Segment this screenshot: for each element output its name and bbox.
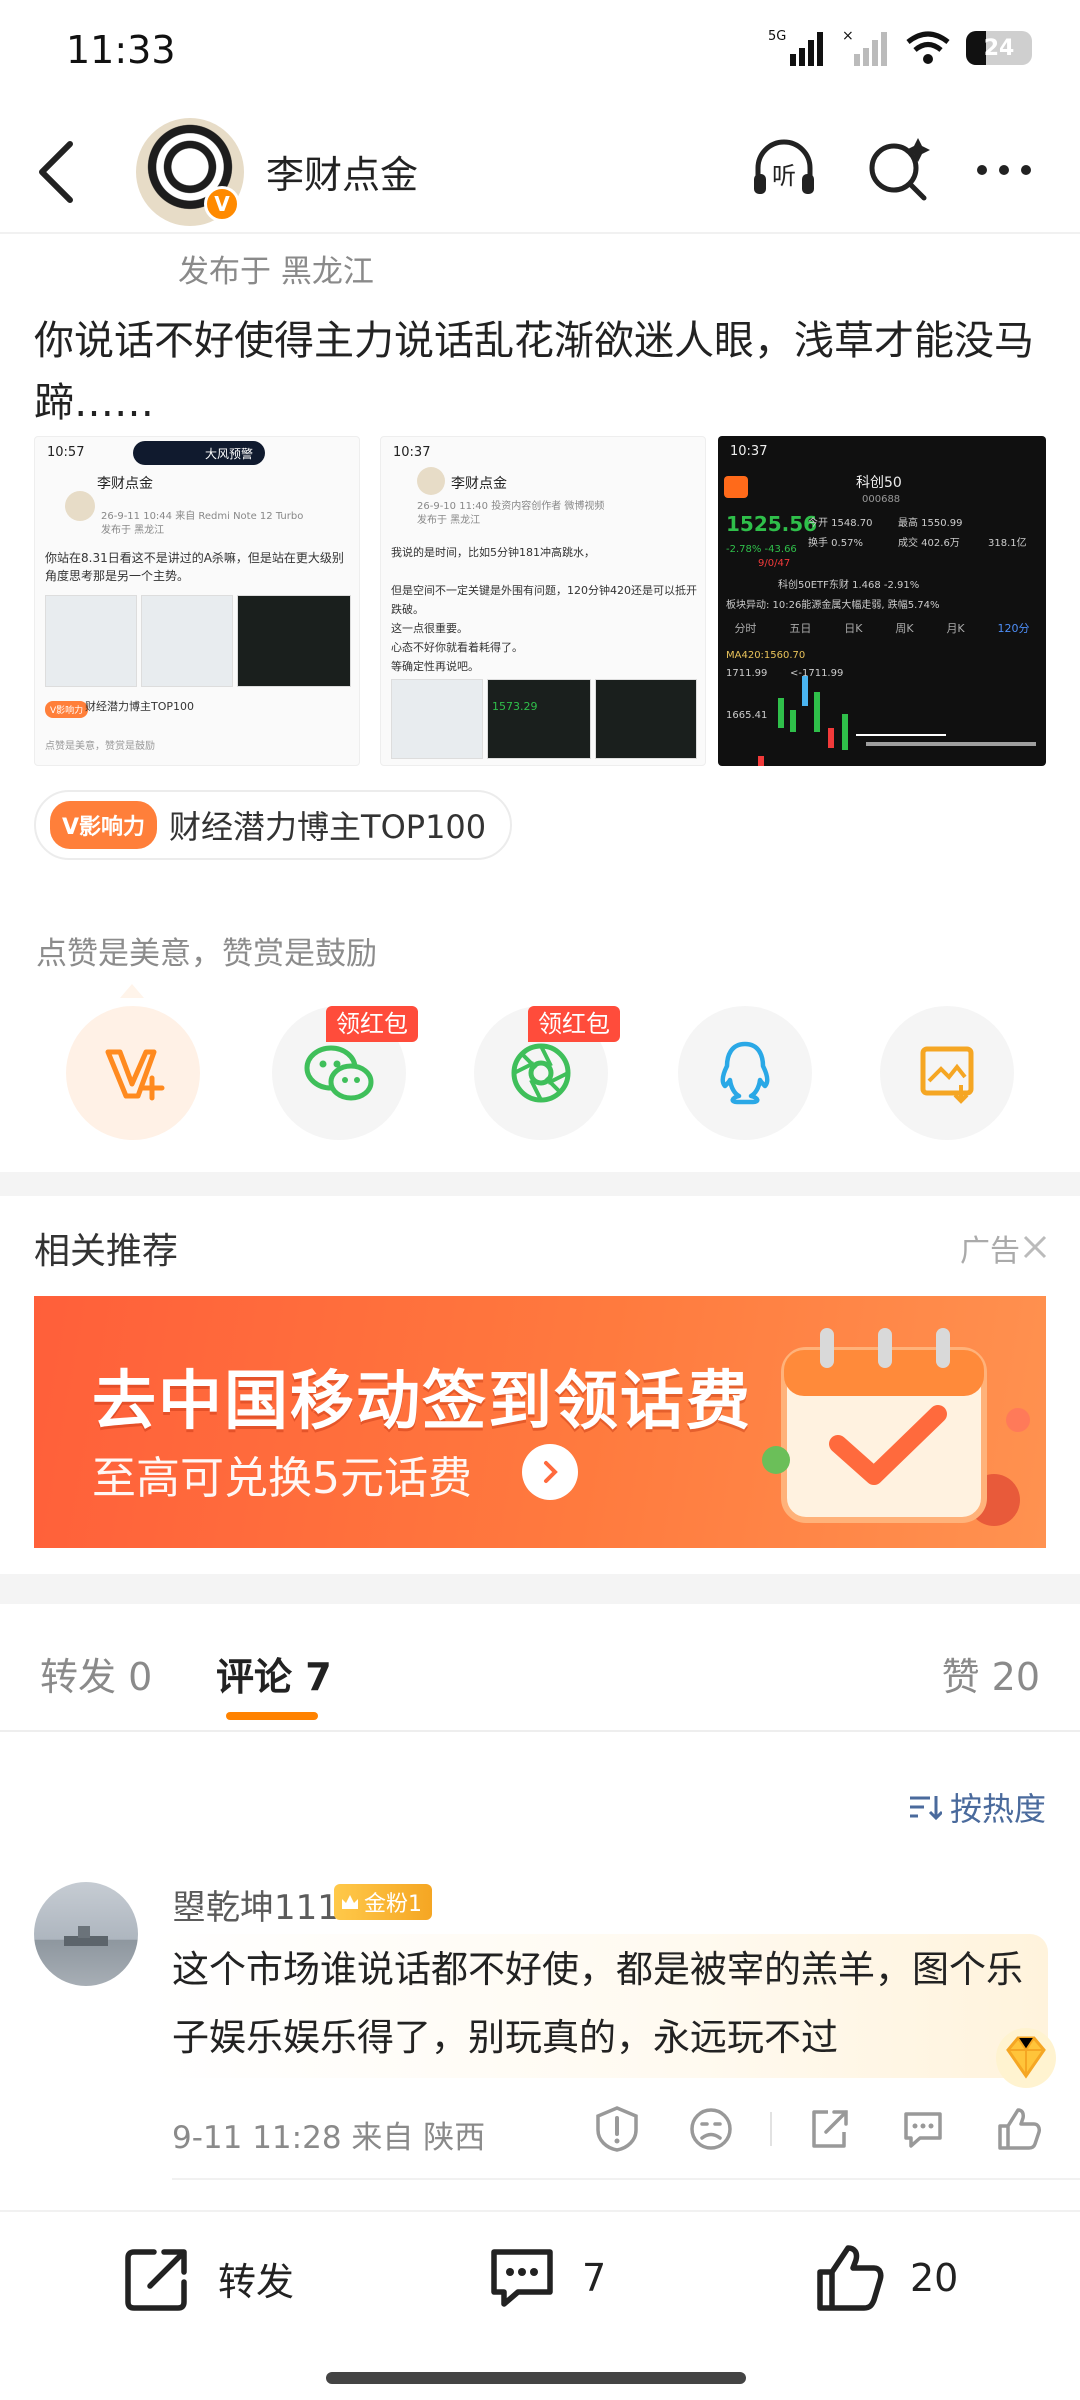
repost-icon [125,2249,187,2311]
header-divider [0,232,1080,234]
action-separator [770,2112,772,2146]
commenter-avatar[interactable] [34,1882,138,1986]
repost-button[interactable]: 转发 [120,2240,294,2316]
sort-label: 按热度 [949,1790,1046,1828]
published-location: 发布于 黑龙江 [178,254,374,290]
cellular-no-signal-icon: × [842,28,887,66]
report-icon[interactable] [592,2104,642,2154]
back-icon[interactable] [28,132,84,212]
comment-icon[interactable] [898,2104,948,2154]
praise-caret [120,984,144,998]
dislike-face-icon[interactable] [686,2104,736,2154]
wifi-icon [906,31,950,64]
moments-icon [511,1043,571,1103]
comment-count: 7 [582,2256,607,2300]
ad-banner[interactable]: 去中国移动签到领话费 至高可兑换5元话费 [34,1296,1046,1548]
mini-avatar [65,491,95,521]
listen-icon[interactable]: 听 [748,134,820,206]
ad-label: 广告 [960,1234,1020,1269]
more-icon[interactable] [968,134,1040,206]
mini-pic: 1573.29 [487,679,591,759]
wechat-icon [304,1045,374,1101]
ad-sub-text: 至高可兑换5元话费 [92,1453,472,1504]
comment-meta: 9-11 11:28 来自 陕西 [172,2120,486,2156]
status-icons: 5G × 24 [768,26,1032,70]
comment-text[interactable]: 这个市场谁说话都不好使，都是被宰的羔羊，图个乐子娱乐娱乐得了，别玩真的，永远玩不… [172,1936,1032,2072]
comment-divider [172,2178,1080,2180]
share-icon[interactable] [804,2104,854,2154]
red-packet-tag: 领红包 [528,1006,620,1042]
arrow-right-icon [522,1444,578,1500]
qq-icon [720,1041,770,1105]
influence-tag: V影响力 [50,801,158,849]
crown-icon [342,1895,358,1909]
section-gap [0,1172,1080,1196]
sort-icon [909,1796,942,1821]
tab-repost[interactable]: 转发 0 [40,1646,152,1701]
post-image-2[interactable]: 10:37 李财点金 26-9-10 11:40 投资内容创作者 微博视频 发布… [380,436,706,766]
like-button[interactable]: 20 [812,2240,958,2316]
fan-badge: 金粉1 [334,1884,432,1920]
section-gap [0,1574,1080,1604]
share-qq-button[interactable] [678,1006,812,1140]
commenter-name[interactable]: 曌乾坤111 [172,1880,339,1929]
post-text[interactable]: 你说话不好使得主力说话乱花渐欲迷人眼，浅草才能没马蹄…… [34,310,1044,434]
verified-v-icon: V [204,186,240,222]
comment-button[interactable]: 7 [484,2240,606,2316]
calendar-icon [762,1328,1030,1526]
mini-kline-chart [758,676,1036,766]
like-icon[interactable] [994,2104,1044,2154]
mini-avatar [417,467,445,495]
mini-app-logo [724,476,748,498]
home-indicator[interactable] [326,2372,746,2384]
active-tab-indicator [226,1712,318,1720]
praise-note: 点赞是美意，赞赏是鼓励 [36,936,377,972]
svg-text:×: × [842,28,854,44]
mini-period-tabs: 分时 五日 日K 周K 月K 120分 [734,622,1030,635]
like-icon [817,2245,884,2311]
related-title: 相关推荐 [34,1231,179,1272]
tip-v-icon [105,1049,165,1101]
red-packet-tag: 领红包 [326,1006,418,1042]
comment-icon [491,2249,553,2307]
tab-likes[interactable]: 赞 20 [942,1646,1040,1701]
close-icon[interactable] [1022,1234,1048,1260]
search-icon[interactable] [862,134,934,206]
battery-icon: 24 [966,31,1032,65]
svg-text:听: 听 [772,162,796,190]
post-image-3[interactable]: 10:37 科创50 000688 1525.56 -2.78% -43.66 … [718,436,1046,766]
mini-pic [141,595,233,687]
mini-pic [45,595,137,687]
cellular-5g-icon: 5G [768,29,823,66]
svg-text:5G: 5G [768,29,786,44]
mini-pic [391,679,483,759]
status-time: 11:33 [66,28,176,72]
sort-button[interactable]: 按热度 [908,1784,1046,1830]
account-name[interactable]: 李财点金 [266,144,418,199]
tab-divider [0,1730,1080,1732]
save-image-icon [920,1046,974,1104]
tip-button[interactable] [66,1006,200,1140]
post-image-1[interactable]: 10:57 大风预警 李财点金 26-9-11 10:44 来自 Redmi N… [34,436,360,766]
influence-text: 财经潜力博主TOP100 [169,808,487,846]
save-image-button[interactable] [880,1006,1014,1140]
like-count: 20 [910,2256,959,2300]
mini-badge-tag: V影响力 [45,701,89,718]
influence-badge[interactable]: V影响力 财经潜力博主TOP100 [34,790,512,860]
gem-sticker-icon [996,2028,1056,2088]
mini-alert-pill: 大风预警 [133,441,265,465]
ad-main-text: 去中国移动签到领话费 [92,1365,752,1439]
mini-pic [595,679,697,759]
mini-pic [237,595,351,687]
repost-label: 转发 [218,2259,295,2304]
tab-comments[interactable]: 评论 7 [216,1646,332,1701]
